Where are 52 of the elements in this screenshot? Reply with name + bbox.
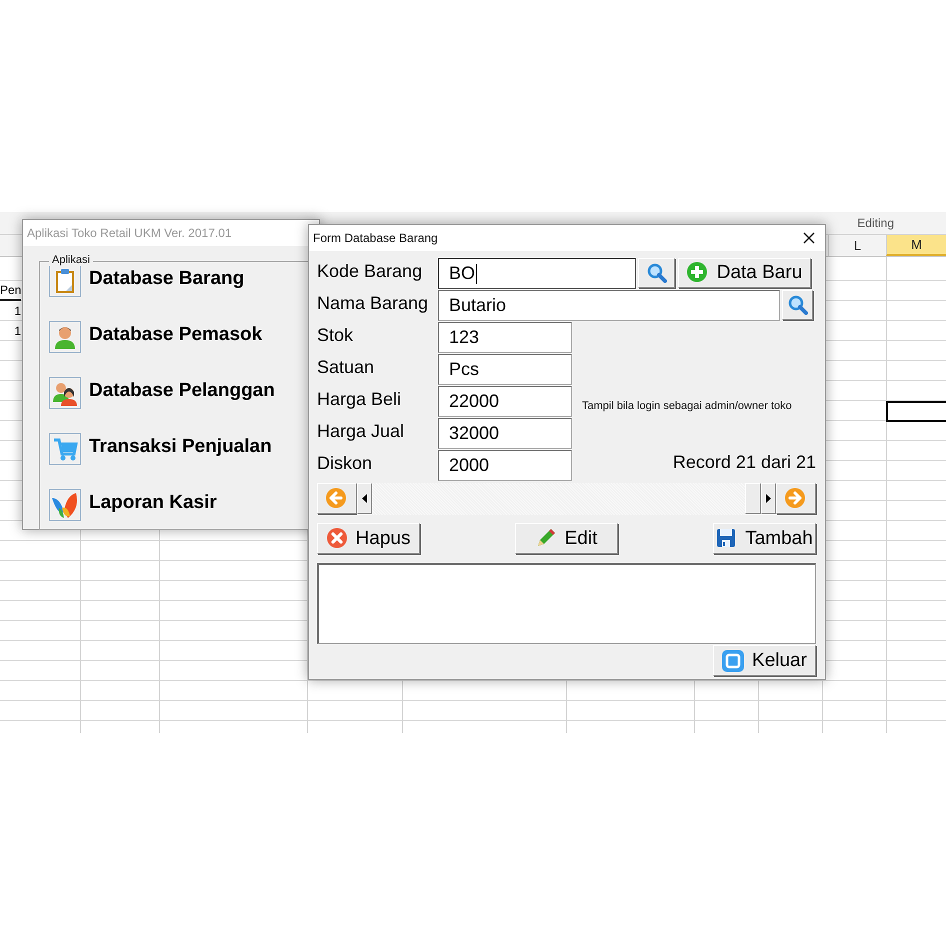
column-header[interactable]: M bbox=[886, 235, 946, 256]
menu-item-label[interactable]: Transaksi Penjualan bbox=[89, 436, 272, 458]
menu-item-label[interactable]: Database Pemasok bbox=[89, 324, 262, 346]
text-area[interactable] bbox=[317, 563, 816, 644]
plus-icon bbox=[686, 262, 709, 284]
input-field[interactable]: Butario bbox=[438, 290, 780, 321]
square-icon bbox=[722, 650, 744, 672]
cross-icon bbox=[326, 528, 348, 549]
ribbon-group-label: Editing bbox=[857, 216, 894, 230]
add-button[interactable]: Tambah bbox=[713, 523, 816, 554]
scroll-thumb[interactable] bbox=[745, 483, 761, 514]
input-field[interactable]: BO bbox=[438, 258, 636, 289]
scroll-left-button[interactable] bbox=[357, 483, 372, 514]
exit-button[interactable]: Keluar bbox=[713, 645, 816, 676]
hint-text: Tampil bila login sebagai admin/owner toko bbox=[582, 400, 792, 412]
delete-button[interactable]: Hapus bbox=[317, 523, 420, 554]
left-triangle-icon bbox=[362, 494, 367, 503]
search-button[interactable] bbox=[638, 258, 675, 288]
menu-item-label[interactable]: Database Pelanggan bbox=[89, 380, 275, 402]
menu-item-label[interactable]: Database Barang bbox=[89, 268, 244, 290]
input-field[interactable]: 22000 bbox=[438, 386, 572, 417]
field-label: Harga Beli bbox=[317, 388, 402, 411]
input-field[interactable]: Pcs bbox=[438, 354, 572, 385]
table-cell-text: 1 bbox=[13, 303, 21, 320]
scrollbar[interactable] bbox=[357, 483, 776, 515]
butterfly-icon bbox=[50, 490, 80, 520]
menu-icon-button[interactable] bbox=[49, 377, 81, 409]
input-field[interactable]: 123 bbox=[438, 322, 572, 353]
record-counter: Record 21 dari 21 bbox=[672, 452, 816, 473]
field-label: Harga Jual bbox=[317, 420, 406, 443]
field-label: Kode Barang bbox=[317, 260, 424, 283]
field-label: Nama Barang bbox=[317, 292, 430, 315]
input-field[interactable]: 32000 bbox=[438, 418, 572, 449]
new-data-button[interactable]: Data Baru bbox=[678, 258, 811, 288]
window-title: Aplikasi Toko Retail UKM Ver. 2017.01 bbox=[27, 226, 232, 240]
search-icon bbox=[646, 262, 668, 284]
field-label: Satuan bbox=[317, 356, 376, 379]
table-cell-text: 1 bbox=[13, 323, 21, 340]
input-field[interactable]: 2000 bbox=[438, 450, 572, 481]
scroll-right-button[interactable] bbox=[761, 483, 776, 514]
pencil-icon bbox=[536, 528, 557, 549]
search-icon bbox=[786, 294, 808, 316]
field-label: Diskon bbox=[317, 452, 374, 475]
selected-cell[interactable] bbox=[886, 401, 946, 422]
right-triangle-icon bbox=[766, 494, 771, 503]
window-title: Form Database Barang bbox=[313, 231, 438, 245]
group-label: Aplikasi bbox=[49, 254, 93, 266]
menu-item-label[interactable]: Laporan Kasir bbox=[89, 492, 217, 514]
search-button[interactable] bbox=[782, 290, 813, 320]
field-label: Stok bbox=[317, 324, 354, 347]
close-icon[interactable] bbox=[803, 232, 815, 244]
edit-button[interactable]: Edit bbox=[515, 523, 618, 554]
